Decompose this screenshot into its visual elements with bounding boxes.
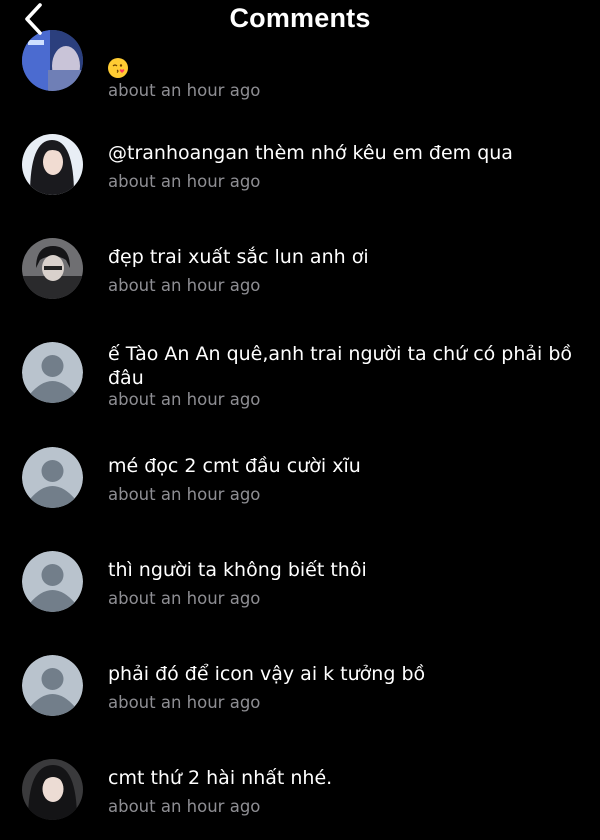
default-user-avatar-icon[interactable] [22,342,83,403]
avatar[interactable] [22,30,83,91]
avatar[interactable] [22,759,83,820]
comment-time: about an hour ago [108,693,261,712]
comment-text[interactable]: mé đọc 2 cmt đầu cười xĩu [108,454,593,478]
avatar[interactable] [22,134,83,195]
comment-time: about an hour ago [108,485,261,504]
comment-text[interactable]: ế Tào An An quê,anh trai người ta chứ có… [108,342,593,390]
comment-text[interactable]: đẹp trai xuất sắc lun anh ơi [108,245,593,269]
comment-text[interactable]: phải đó để icon vậy ai k tưởng bồ [108,662,593,686]
comment-time: about an hour ago [108,172,261,191]
comments-list: about an hour ago @tranhoangan thèm nhớ … [0,0,600,840]
comment-text[interactable] [108,55,593,79]
comment-time: about an hour ago [108,81,261,100]
default-user-avatar-icon[interactable] [22,551,83,612]
page-title: Comments [229,3,371,33]
comment-time: about an hour ago [108,797,261,816]
comment-text[interactable]: thì người ta không biết thôi [108,558,593,582]
default-user-avatar-icon[interactable] [22,447,83,508]
face-blowing-kiss-icon [108,57,128,78]
comment-time: about an hour ago [108,390,261,409]
comment-text[interactable]: @tranhoangan thèm nhớ kêu em đem qua [108,141,593,165]
comment-text[interactable]: cmt thứ 2 hài nhất nhé. [108,766,593,790]
avatar[interactable] [22,238,83,299]
header-bar: Comments [0,0,600,38]
comment-time: about an hour ago [108,276,261,295]
comment-time: about an hour ago [108,589,261,608]
default-user-avatar-icon[interactable] [22,655,83,716]
